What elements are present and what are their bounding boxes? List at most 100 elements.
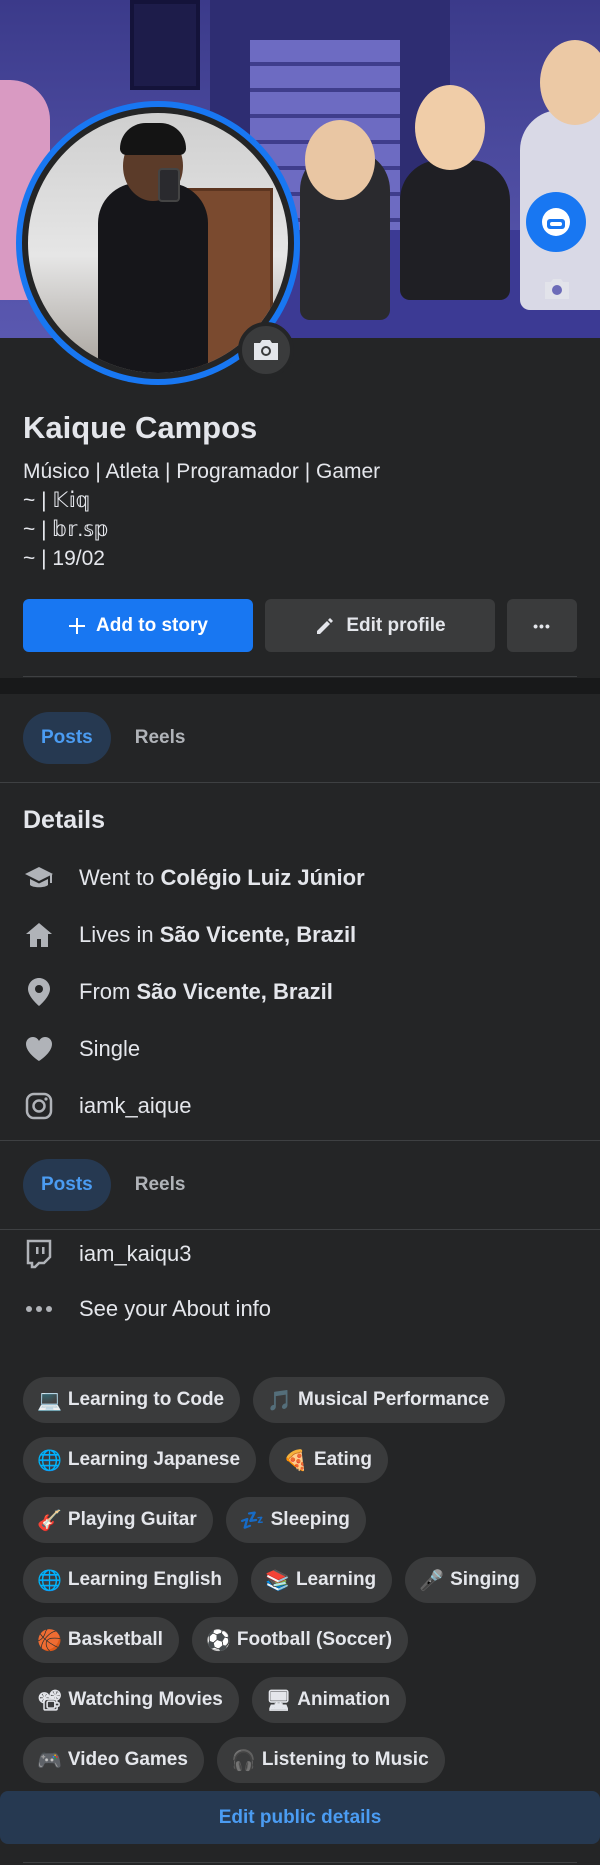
hobby-chip[interactable]: 🍕 Eating — [269, 1437, 388, 1483]
plus-icon — [69, 617, 86, 634]
cover-camera-button[interactable] — [537, 275, 577, 311]
divider — [0, 782, 600, 783]
profile-camera-button[interactable] — [238, 322, 294, 378]
hobby-label: Learning to Code — [67, 1389, 225, 1410]
guitar-icon: 🎸 — [37, 1509, 62, 1532]
section-separator — [0, 678, 600, 694]
bio-line: ~ | 19/02 — [23, 547, 105, 570]
instagram-icon — [23, 1090, 55, 1122]
detail-value[interactable]: São Vicente, Brazil — [160, 922, 356, 948]
hobby-chip[interactable]: 🖥 Animation — [251, 1677, 407, 1723]
hobby-chip[interactable]: 💻 Learning to Code — [23, 1377, 241, 1423]
graduation-cap-icon — [23, 862, 55, 894]
divider — [23, 676, 577, 677]
hobby-row: 🎮 Video Games 🎧 Listening to Music — [23, 1737, 583, 1783]
hobbies-list: 💻 Learning to Code 🎵 Musical Performance 🌐… — [23, 1377, 583, 1797]
profile-bio: Músico | Atleta | Programador | Gamer ~ … — [23, 457, 380, 573]
hobby-chip[interactable]: 💤 Sleeping — [225, 1497, 366, 1543]
tab-posts[interactable]: Posts — [23, 712, 111, 764]
divider — [0, 1229, 600, 1230]
tab-posts[interactable]: Posts — [23, 1159, 111, 1211]
detail-twitch[interactable]: iam_kaiqu3 — [23, 1238, 192, 1270]
hobby-label: Video Games — [67, 1749, 188, 1770]
hobby-chip[interactable]: 🌐 Learning English — [23, 1557, 239, 1603]
laptop-icon: 💻 — [37, 1389, 62, 1412]
hobby-label: Learning English — [67, 1569, 223, 1590]
more-options-button[interactable]: ••• — [507, 599, 577, 652]
cover-figure-head — [415, 85, 485, 170]
detail-education: Went to Colégio Luiz Júnior — [23, 862, 365, 894]
books-icon: 📚 — [265, 1569, 290, 1592]
edit-profile-label: Edit profile — [346, 614, 446, 636]
photo-hair — [120, 123, 186, 155]
globe-icon: 🌐 — [37, 1569, 62, 1592]
headphones-icon: 🎧 — [230, 1749, 256, 1772]
see-about-info[interactable]: See your About info — [23, 1293, 271, 1325]
globe-icon: 🌐 — [37, 1449, 62, 1472]
edit-profile-button[interactable]: Edit profile — [265, 599, 495, 652]
hobby-label: Football (Soccer) — [236, 1629, 393, 1650]
detail-value[interactable]: Colégio Luiz Júnior — [161, 865, 365, 891]
heart-icon — [23, 1033, 55, 1065]
hobby-chip[interactable]: 🌐 Learning Japanese — [23, 1437, 257, 1483]
hobby-row: 🎸 Playing Guitar 💤 Sleeping — [23, 1497, 583, 1543]
pizza-icon: 🍕 — [283, 1449, 308, 1472]
microphone-icon: 🎤 — [419, 1569, 445, 1592]
hobby-label: Musical Performance — [298, 1389, 490, 1410]
soccer-ball-icon: ⚽ — [205, 1629, 231, 1652]
detail-text: iam_kaiqu3 — [79, 1241, 192, 1266]
detail-prefix: Went to — [79, 865, 161, 890]
divider — [0, 1140, 600, 1141]
hobby-chip[interactable]: 🎸 Playing Guitar — [23, 1497, 213, 1543]
detail-prefix: From — [79, 979, 137, 1004]
hobby-label: Singing — [450, 1569, 520, 1590]
hobby-chip[interactable]: 🎤 Singing — [405, 1557, 536, 1603]
music-note-icon: 🎵 — [267, 1389, 293, 1412]
detail-relationship: Single — [23, 1033, 140, 1065]
photo-phone — [158, 168, 180, 202]
bio-line: ~ | 𝕓𝕣.𝕤𝕡 — [23, 518, 110, 541]
detail-instagram[interactable]: iamk_aique — [23, 1090, 192, 1122]
gamepad-icon: 🎮 — [37, 1749, 62, 1772]
location-pin-icon — [23, 976, 55, 1008]
cover-door — [130, 0, 200, 90]
hobby-chip[interactable]: 📽 Watching Movies — [23, 1677, 239, 1723]
details-heading: Details — [23, 806, 105, 834]
messenger-bubble-button[interactable] — [526, 192, 586, 252]
cover-figure-head — [305, 120, 375, 200]
detail-value[interactable]: São Vicente, Brazil — [136, 979, 332, 1005]
more-dots-icon: ••• — [533, 617, 551, 634]
tab-reels[interactable]: Reels — [117, 1159, 204, 1211]
hobby-chip[interactable]: 🎧 Listening to Music — [216, 1737, 445, 1783]
add-to-story-button[interactable]: Add to story — [23, 599, 253, 652]
hobby-chip[interactable]: 🏀 Basketball — [23, 1617, 179, 1663]
basketball-icon: 🏀 — [37, 1629, 62, 1652]
profile-name: Kaique Campos — [23, 410, 258, 445]
detail-from: From São Vicente, Brazil — [23, 976, 333, 1008]
camera-icon — [254, 340, 278, 360]
hobby-chip[interactable]: ⚽ Football (Soccer) — [191, 1617, 409, 1663]
bio-line: ~ | 𝕂𝕚𝕢 — [23, 489, 91, 512]
hobby-label: Learning Japanese — [67, 1449, 241, 1470]
hobby-row: 🌐 Learning Japanese 🍕 Eating — [23, 1437, 583, 1483]
detail-text: Single — [79, 1036, 141, 1061]
hobby-row: 💻 Learning to Code 🎵 Musical Performance — [23, 1377, 583, 1423]
hobby-label: Playing Guitar — [67, 1509, 197, 1530]
hobby-chip[interactable]: 🎮 Video Games — [23, 1737, 204, 1783]
sleep-icon: 💤 — [239, 1509, 265, 1532]
hobby-label: Sleeping — [270, 1509, 350, 1530]
tab-reels[interactable]: Reels — [117, 712, 204, 764]
hobby-chip[interactable]: 🎵 Musical Performance — [253, 1377, 506, 1423]
detail-lives-in: Lives in São Vicente, Brazil — [23, 919, 356, 951]
edit-public-details-button[interactable]: Edit public details — [0, 1791, 600, 1844]
detail-prefix: Lives in — [79, 922, 160, 947]
hobby-label: Animation — [297, 1689, 391, 1710]
twitch-icon — [23, 1238, 55, 1270]
hobby-label: Eating — [313, 1449, 372, 1470]
monitor-icon: 🖥 — [265, 1689, 292, 1712]
hobby-label: Listening to Music — [261, 1749, 429, 1770]
hobby-row: 🌐 Learning English 📚 Learning 🎤 Singing — [23, 1557, 583, 1603]
hobby-label: Basketball — [67, 1629, 163, 1650]
divider — [23, 1862, 577, 1863]
hobby-chip[interactable]: 📚 Learning — [251, 1557, 393, 1603]
